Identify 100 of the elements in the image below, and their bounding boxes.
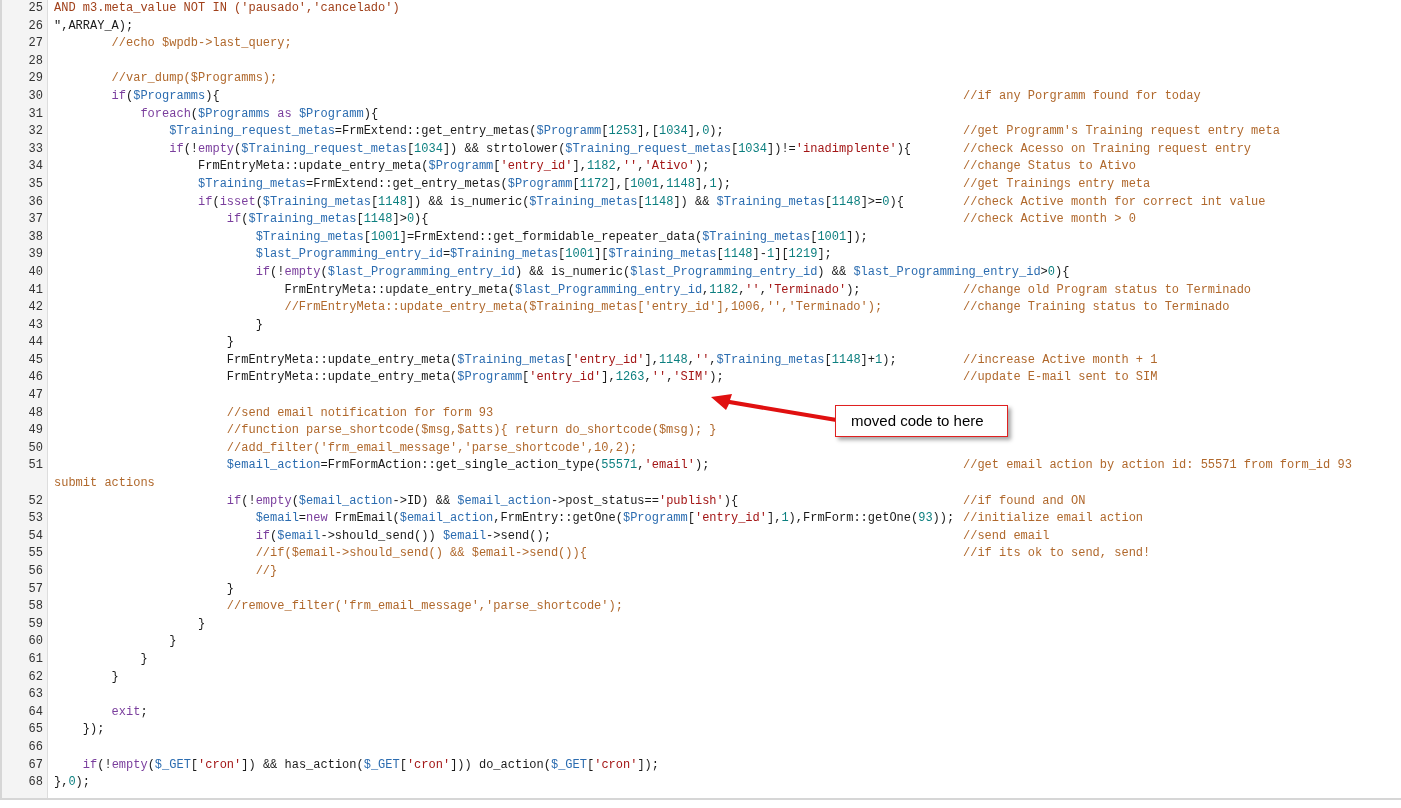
code-line: if($Programms){ xyxy=(110,88,220,103)
line-number: 34 xyxy=(28,158,43,176)
code-line: if(isset($Training_metas[1148]) && is_numeric($Training_metas[1148]) && $Training_metas[1148]>=0){ xyxy=(197,194,904,209)
line-number: 47 xyxy=(28,387,43,405)
code-line: //echo $wpdb->last_query; xyxy=(110,36,292,51)
code-comment: //check Active month for correct int value xyxy=(963,193,1266,211)
code-line: $email_action=FrmFormAction::get_single_action_type(55571,'email'); xyxy=(225,458,710,473)
line-number: 61 xyxy=(28,650,43,668)
code-comment: //change Status to Ativo xyxy=(963,158,1136,176)
line-number: 42 xyxy=(28,299,43,317)
code-comment: //check Active month > 0 xyxy=(963,211,1136,229)
line-number: 60 xyxy=(28,633,43,651)
line-number: 56 xyxy=(28,563,43,580)
line-number: 43 xyxy=(28,316,43,334)
code-line: foreach($Programms as $Programm){ xyxy=(139,106,379,121)
line-number: 62 xyxy=(28,668,43,686)
code-line: $last_Programming_entry_id=$Training_metas[1001][$Training_metas[1148]-1][1219]; xyxy=(254,247,832,262)
code-line: if(!empty($_GET['cron']) && has_action($_GET['cron'])) do_action($_GET['cron']); xyxy=(81,757,659,772)
line-number: 57 xyxy=(28,580,43,598)
line-number: 37 xyxy=(28,211,43,229)
line-number: 63 xyxy=(28,686,43,704)
code-line: $Training_request_metas=FrmExtend::get_entry_metas($Programm[1253],[1034],0); xyxy=(168,124,724,139)
code-line: },0); xyxy=(54,775,90,790)
line-number: 32 xyxy=(28,123,43,141)
line-number: 33 xyxy=(28,140,43,158)
line-number: 55 xyxy=(28,545,43,563)
code-line: } xyxy=(110,669,119,684)
code-line: FrmEntryMeta::update_entry_meta($Training_metas['entry_id'],1148,'',$Training_metas[1148]+1); xyxy=(225,352,897,367)
line-number: 53 xyxy=(28,510,43,528)
code-comment: //get Programm's Training request entry meta xyxy=(963,123,1280,141)
code-line: //if($email->should_send() && $email->send()){ xyxy=(254,546,587,561)
line-number: 26 xyxy=(28,17,43,35)
line-number: 35 xyxy=(28,175,43,193)
code-line: }); xyxy=(81,722,105,737)
code-line: } xyxy=(225,581,235,596)
line-number: 38 xyxy=(28,228,43,246)
line-number: 54 xyxy=(28,527,43,545)
code-comment: //if any Porgramm found for today xyxy=(963,87,1201,105)
code-line: } xyxy=(225,335,235,350)
code-line: AND m3.meta_value NOT IN ('pausado','cancelado') xyxy=(54,1,400,15)
code-comment: //if its ok to send, send! xyxy=(963,545,1151,563)
line-number: 48 xyxy=(28,404,43,422)
callout-label: moved code to here xyxy=(835,405,1008,437)
arrow-icon xyxy=(710,393,838,423)
code-line: } xyxy=(197,616,206,631)
code-line: FrmEntryMeta::update_entry_meta($Programm['entry_id'],1182,'','Ativo'); xyxy=(197,159,710,174)
line-number: 50 xyxy=(28,439,43,457)
code-line: //remove_filter('frm_email_message','parse_shortcode'); xyxy=(225,599,623,614)
code-line: if($email->should_send()) $email->send(); xyxy=(254,528,551,543)
code-line: $Training_metas[1001]=FrmExtend::get_formidable_repeater_data($Training_metas[1001]); xyxy=(254,229,868,244)
code-line: FrmEntryMeta::update_entry_meta($last_Programming_entry_id,1182,'','Terminado'); xyxy=(283,282,861,297)
line-number: 58 xyxy=(28,598,43,616)
line-number: 25 xyxy=(28,0,43,17)
code-line: if($Training_metas[1148]>0){ xyxy=(225,212,429,227)
line-number: 49 xyxy=(28,422,43,440)
code-comment: //check Acesso on Training request entry xyxy=(963,140,1252,158)
code-comment: //if found and ON xyxy=(963,492,1086,510)
code-line: //add_filter('frm_email_message','parse_shortcode',10,2); xyxy=(225,440,638,455)
code-comment: //send email xyxy=(963,527,1050,545)
code-line: } xyxy=(254,317,263,332)
line-number: 67 xyxy=(28,756,43,774)
line-number: 45 xyxy=(28,351,43,369)
code-line: ",ARRAY_A); xyxy=(54,18,134,33)
line-number: 46 xyxy=(28,369,43,387)
code-comment: //change Training status to Terminado xyxy=(963,299,1230,317)
code-comment: //update E-mail sent to SIM xyxy=(963,369,1158,387)
line-number: 41 xyxy=(28,281,43,299)
code-line: if(!empty($email_action->ID) && $email_action->post_status=='publish'){ xyxy=(225,493,739,508)
line-number: 52 xyxy=(28,492,43,510)
code-comment: //get email action by action id: 55571 from form_id 93 xyxy=(963,457,1352,475)
code-line: //var_dump($Programms); xyxy=(110,71,278,86)
line-number: 27 xyxy=(28,35,43,53)
line-number: 36 xyxy=(28,193,43,211)
line-number: 65 xyxy=(28,721,43,739)
code-comment: //get Trainings entry meta xyxy=(963,175,1151,193)
code-line: //function parse_shortcode($msg,$atts){ return do_shortcode($msg); } xyxy=(225,423,717,438)
code-line: //} xyxy=(254,564,278,578)
code-line: FrmEntryMeta::update_entry_meta($Programm['entry_id'],1263,'','SIM'); xyxy=(225,370,724,385)
code-line: } xyxy=(168,634,177,649)
line-number: 28 xyxy=(28,52,43,70)
line-number: 51 xyxy=(28,457,43,475)
code-line: //FrmEntryMeta::update_entry_meta($Training_metas['entry_id'],1006,'','Terminado'); xyxy=(283,300,883,315)
code-line: exit; xyxy=(110,704,148,719)
line-number: 44 xyxy=(28,334,43,352)
line-number: 39 xyxy=(28,246,43,264)
line-number: 40 xyxy=(28,263,43,281)
line-number: 31 xyxy=(28,105,43,123)
line-number: 68 xyxy=(28,774,43,792)
code-comment: //increase Active month + 1 xyxy=(963,351,1158,369)
code-line: if(!empty($last_Programming_entry_id) && is_numeric($last_Programming_entry_id) && $last_Programming_entry_id>0){ xyxy=(254,264,1070,279)
line-number: 66 xyxy=(28,738,43,756)
code-comment: //initialize email action xyxy=(963,510,1144,528)
line-number: 30 xyxy=(28,87,43,105)
line-number: 59 xyxy=(28,615,43,633)
code-line: } xyxy=(139,651,148,666)
line-number: 29 xyxy=(28,70,43,88)
code-comment: //change old Program status to Terminado xyxy=(963,281,1252,299)
line-number: 64 xyxy=(28,703,43,721)
code-comment: submit actions xyxy=(54,476,155,491)
code-line: if(!empty($Training_request_metas[1034]) && strtolower($Training_request_metas[1034])!='inadimplente'){ xyxy=(168,141,912,156)
